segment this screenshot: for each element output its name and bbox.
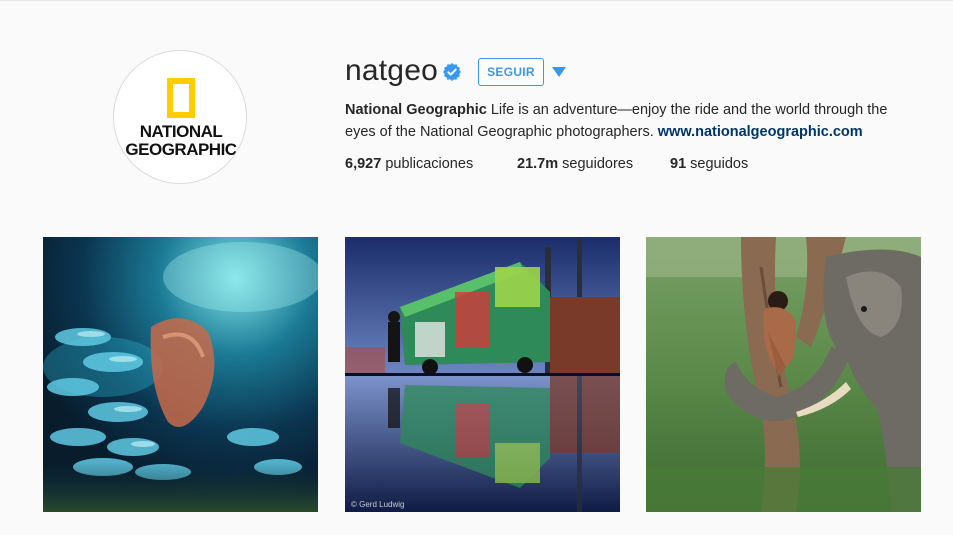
post-thumbnail-fish[interactable] [43, 237, 318, 512]
full-name: National Geographic [345, 102, 487, 118]
avatar-logo-text-1: NATIONAL [139, 122, 223, 141]
followers-label: seguidores [558, 156, 634, 172]
posts-count: 6,927 [345, 156, 382, 172]
verified-badge-icon [443, 63, 461, 81]
website-link[interactable]: www.nationalgeographic.com [658, 124, 863, 140]
follow-button[interactable]: SEGUIR [478, 58, 544, 86]
following-label: seguidos [686, 156, 749, 172]
followers-count: 21.7m [517, 156, 559, 172]
following-stat[interactable]: 91 seguidos [670, 154, 748, 174]
profile-page: NATIONAL GEOGRAPHIC natgeo SEGUIR Nation… [0, 0, 953, 535]
followers-stat[interactable]: 21.7m seguidores [517, 154, 633, 174]
photo-credit: © Gerd Ludwig [351, 500, 405, 509]
following-count: 91 [670, 156, 687, 172]
username: natgeo [345, 54, 438, 87]
avatar[interactable]: NATIONAL GEOGRAPHIC [113, 50, 247, 184]
posts-label: publicaciones [381, 156, 474, 172]
profile-bio: National Geographic Life is an adventure… [345, 99, 920, 143]
post-thumbnail-food-truck[interactable]: © Gerd Ludwig [345, 237, 620, 512]
avatar-logo-text-2: GEOGRAPHIC [125, 140, 237, 159]
natgeo-logo-icon [167, 78, 195, 118]
chevron-down-icon[interactable] [552, 67, 566, 77]
posts-count-stat: 6,927 publicaciones [345, 154, 473, 174]
post-thumbnail-elephant[interactable] [646, 237, 921, 512]
